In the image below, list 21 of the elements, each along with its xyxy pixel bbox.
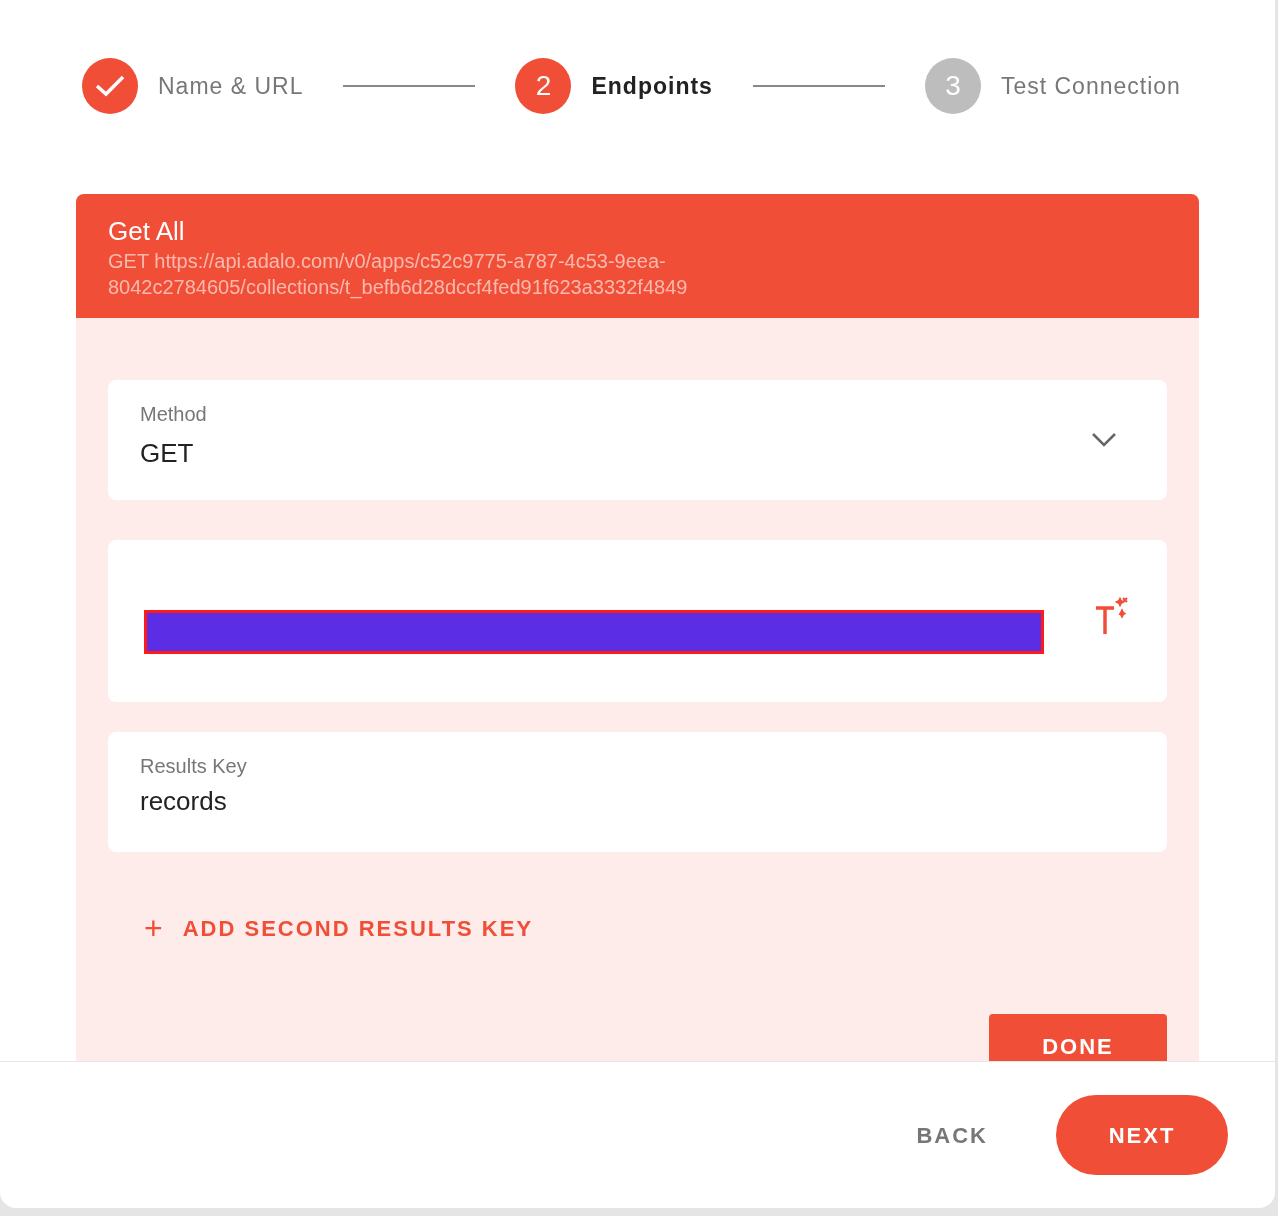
step-label: Name & URL (158, 71, 304, 101)
results-key-field[interactable]: Results Key records (108, 732, 1167, 852)
back-button[interactable]: BACK (916, 1118, 988, 1152)
chevron-down-icon (1091, 432, 1117, 448)
link-label: ADD SECOND RESULTS KEY (182, 914, 534, 943)
step-label: Endpoints (591, 71, 713, 101)
field-value: GET (140, 437, 195, 470)
done-button[interactable]: DONE (989, 1014, 1167, 1061)
field-label: Results Key (140, 754, 248, 779)
field-label: Method (140, 402, 207, 427)
step-number: 3 (924, 58, 981, 114)
method-select[interactable]: Method GET (108, 380, 1167, 500)
url-field[interactable] (108, 540, 1167, 702)
field-value: records (140, 785, 228, 818)
add-results-key-link[interactable]: + ADD SECOND RESULTS KEY (144, 904, 534, 952)
endpoint-url: GET https://api.adalo.com/v0/apps/c52c9775-a787-4c53-9eea-8042c2784605/collections/t_befb6d28dccf4fed91f623a3332f4849 (108, 249, 689, 300)
step-label: Test Connection (1000, 71, 1181, 101)
next-button[interactable]: NEXT (1056, 1095, 1228, 1175)
plus-icon: + (144, 904, 165, 952)
step-number: 2 (515, 58, 572, 114)
endpoint-title: Get All (108, 215, 186, 248)
